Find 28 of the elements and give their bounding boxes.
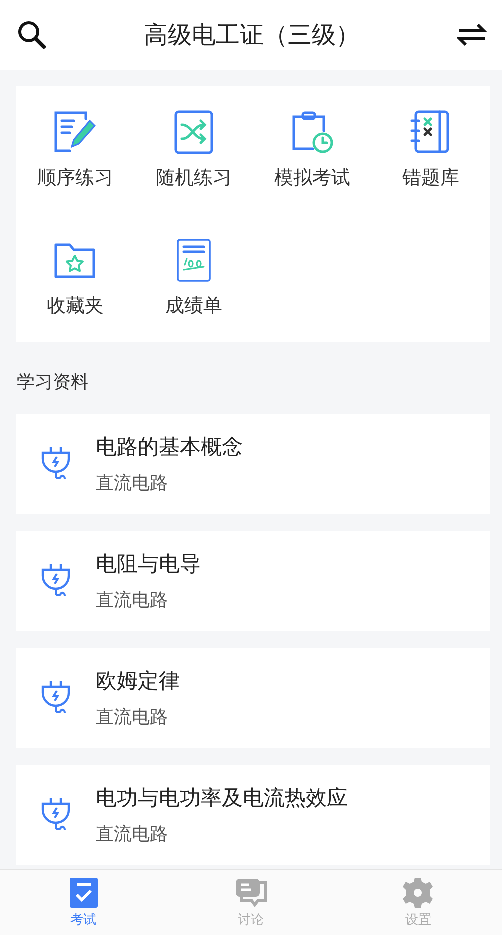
material-subtitle: 直流电路 xyxy=(96,472,169,495)
material-title: 电路的基本概念 xyxy=(96,434,243,461)
material-card[interactable]: 电功与电功率及电流热效应 直流电路 xyxy=(16,765,490,865)
shortcut-item[interactable]: 模拟考试 xyxy=(253,86,372,214)
search-icon xyxy=(17,20,47,50)
note-pencil-icon xyxy=(52,109,98,155)
checklist-icon xyxy=(68,876,100,908)
material-subtitle: 直流电路 xyxy=(96,706,169,729)
shortcut-item[interactable]: 错题库 xyxy=(372,86,490,214)
shortcut-item[interactable]: 顺序练习 xyxy=(16,86,134,214)
material-subtitle: 直流电路 xyxy=(96,823,169,846)
section-title: 学习资料 xyxy=(16,371,90,395)
material-title: 欧姆定律 xyxy=(96,668,180,695)
shortcut-item[interactable]: 随机练习 xyxy=(134,86,253,214)
search-button[interactable] xyxy=(16,19,48,51)
shortcut-item[interactable]: 收藏夹 xyxy=(16,214,134,342)
material-subtitle: 直流电路 xyxy=(96,589,169,612)
page-title: 高级电工证（三级） xyxy=(144,20,360,51)
material-card[interactable]: 电阻与电导 直流电路 xyxy=(16,531,490,631)
settings-icon xyxy=(402,876,434,908)
swap-arrows-icon xyxy=(457,23,487,47)
material-title: 电功与电功率及电流热效应 xyxy=(96,785,348,812)
chat-bubbles-icon xyxy=(234,876,268,908)
material-title: 电阻与电导 xyxy=(96,551,201,578)
shortcut-item[interactable]: 成绩单 xyxy=(134,214,253,342)
nav-tab[interactable]: 考试 xyxy=(0,870,168,935)
material-card[interactable]: 电路的基本概念 直流电路 xyxy=(16,414,490,514)
material-card[interactable]: 欧姆定律 直流电路 xyxy=(16,648,490,748)
